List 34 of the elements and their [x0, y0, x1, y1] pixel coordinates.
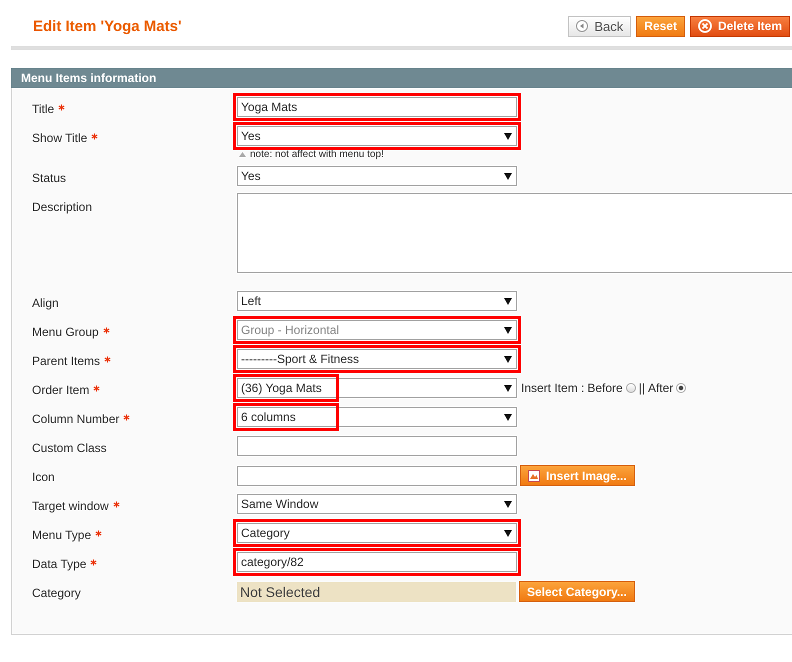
text-field[interactable]: Yoga Mats [237, 97, 517, 117]
field-label: Custom Class [32, 441, 107, 455]
back-button[interactable]: Back [568, 16, 632, 36]
insert-label: Insert Item : [521, 381, 584, 395]
field-label: Title [32, 102, 54, 116]
field-label: Order Item [32, 383, 90, 397]
category-display: Not Selected [237, 582, 516, 602]
field-label: Menu Group [32, 325, 99, 339]
field-label: Description [32, 200, 92, 214]
field-label: Status [32, 171, 66, 185]
field-label: Category [32, 586, 81, 600]
dropdown[interactable]: Yes [237, 126, 517, 146]
field-label: Menu Type [32, 528, 92, 542]
radio-label: After [648, 381, 674, 395]
radio-label: Before [587, 381, 623, 395]
dropdown[interactable]: 6 columns [237, 407, 517, 427]
field-label: Show Title [32, 131, 88, 145]
dropdown[interactable]: Yes [237, 166, 517, 186]
section-header: Menu Items information [11, 68, 792, 88]
dropdown[interactable]: (36) Yoga Mats [237, 378, 517, 398]
field-note: note: not affect with menu top! [250, 149, 384, 160]
dropdown[interactable]: Category [237, 523, 517, 543]
field-label: Target window [32, 499, 109, 513]
field-label: Icon [32, 470, 55, 484]
dropdown[interactable]: Left [237, 291, 517, 311]
field-label: Align [32, 296, 59, 310]
dropdown[interactable]: ---------Sport & Fitness [237, 349, 517, 369]
separator-text: || [638, 381, 645, 395]
field-label: Data Type [32, 557, 86, 571]
text-field[interactable]: category/82 [237, 552, 517, 572]
field-label: Parent Items [32, 354, 100, 368]
page-title: Edit Item 'Yoga Mats' [33, 18, 182, 34]
dropdown[interactable]: Same Window [237, 494, 517, 514]
field-label: Column Number [32, 412, 120, 426]
